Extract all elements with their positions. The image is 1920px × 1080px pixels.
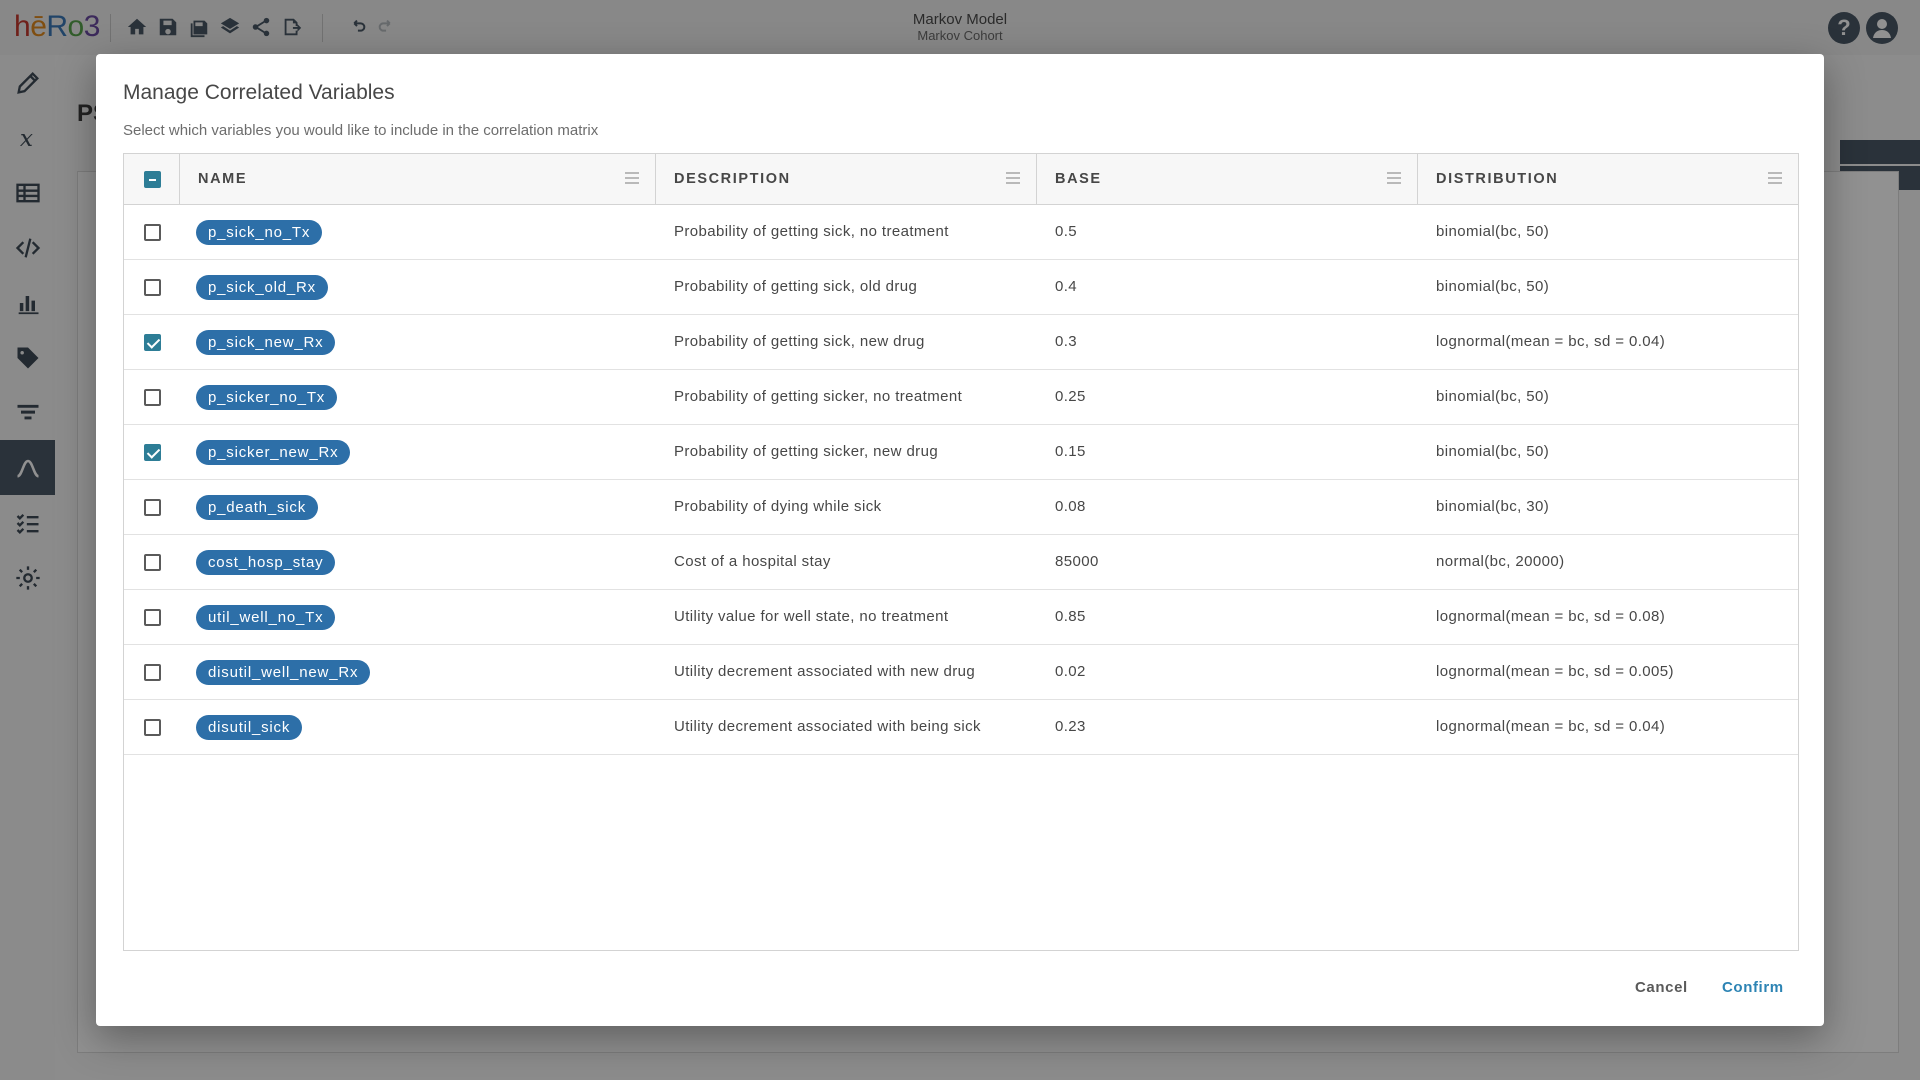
row-checkbox[interactable] xyxy=(144,609,161,626)
column-menu-icon[interactable] xyxy=(1006,172,1020,184)
dialog-subtitle: Select which variables you would like to… xyxy=(123,122,599,139)
cell-base: 0.23 xyxy=(1055,718,1086,735)
table-row[interactable]: util_well_no_Tx Utility value for well st… xyxy=(124,590,1798,645)
cell-description: Probability of dying while sick xyxy=(674,498,882,515)
column-menu-icon[interactable] xyxy=(1768,172,1782,184)
table-header: NAME DESCRIPTION BASE DISTRIBUTION xyxy=(124,154,1798,205)
variable-name-pill: p_sick_old_Rx xyxy=(196,275,328,300)
cell-description: Probability of getting sicker, no treatm… xyxy=(674,388,963,405)
row-checkbox[interactable] xyxy=(144,224,161,241)
cell-base: 0.25 xyxy=(1055,388,1086,405)
header-description[interactable]: DESCRIPTION xyxy=(656,154,1037,204)
cell-distribution: binomial(bc, 50) xyxy=(1436,388,1550,405)
cell-distribution: lognormal(mean = bc, sd = 0.04) xyxy=(1436,333,1666,350)
cell-base: 0.15 xyxy=(1055,443,1086,460)
cell-base: 0.02 xyxy=(1055,663,1086,680)
column-menu-icon[interactable] xyxy=(1387,172,1401,184)
header-base[interactable]: BASE xyxy=(1037,154,1418,204)
cell-description: Cost of a hospital stay xyxy=(674,553,831,570)
cell-distribution: lognormal(mean = bc, sd = 0.04) xyxy=(1436,718,1666,735)
select-all-checkbox[interactable] xyxy=(144,171,161,188)
variable-name-pill: util_well_no_Tx xyxy=(196,605,336,630)
table-row[interactable]: p_sick_old_Rx Probability of getting sick… xyxy=(124,260,1798,315)
row-checkbox[interactable] xyxy=(144,389,161,406)
variable-name-pill: p_sick_no_Tx xyxy=(196,220,323,245)
table-row[interactable]: p_sicker_no_Tx Probability of getting sic… xyxy=(124,370,1798,425)
cell-base: 0.85 xyxy=(1055,608,1086,625)
cell-distribution: binomial(bc, 50) xyxy=(1436,443,1550,460)
cell-description: Probability of getting sick, new drug xyxy=(674,333,925,350)
row-checkbox[interactable] xyxy=(144,664,161,681)
variable-name-pill: p_death_sick xyxy=(196,495,318,520)
header-select-all-cell xyxy=(124,154,180,204)
cell-base: 0.5 xyxy=(1055,223,1078,240)
table-row[interactable]: p_death_sick Probability of dying while s… xyxy=(124,480,1798,535)
row-checkbox[interactable] xyxy=(144,719,161,736)
variable-name-pill: p_sick_new_Rx xyxy=(196,330,336,355)
cell-description: Utility decrement associated with being … xyxy=(674,718,981,735)
variable-name-pill: cost_hosp_stay xyxy=(196,550,336,575)
column-menu-icon[interactable] xyxy=(625,172,639,184)
row-checkbox[interactable] xyxy=(144,279,161,296)
cell-distribution: binomial(bc, 30) xyxy=(1436,498,1550,515)
cell-description: Probability of getting sick, old drug xyxy=(674,278,918,295)
table-row[interactable]: disutil_well_new_Rx Utility decrement ass… xyxy=(124,645,1798,700)
cell-base: 0.3 xyxy=(1055,333,1078,350)
cell-distribution: binomial(bc, 50) xyxy=(1436,223,1550,240)
cell-distribution: lognormal(mean = bc, sd = 0.08) xyxy=(1436,608,1666,625)
cell-description: Probability of getting sicker, new drug xyxy=(674,443,939,460)
table-row[interactable]: p_sick_no_Tx Probability of getting sick,… xyxy=(124,205,1798,260)
variables-table: NAME DESCRIPTION BASE DISTRIBUTION p_sic… xyxy=(123,153,1799,951)
row-checkbox[interactable] xyxy=(144,334,161,351)
cell-description: Utility value for well state, no treatme… xyxy=(674,608,949,625)
cell-base: 0.08 xyxy=(1055,498,1086,515)
row-checkbox[interactable] xyxy=(144,499,161,516)
cancel-button[interactable]: Cancel xyxy=(1635,979,1688,996)
table-row[interactable]: cost_hosp_stay Cost of a hospital stay 850… xyxy=(124,535,1798,590)
table-row[interactable]: p_sicker_new_Rx Probability of getting si… xyxy=(124,425,1798,480)
cell-distribution: lognormal(mean = bc, sd = 0.005) xyxy=(1436,663,1674,680)
confirm-button[interactable]: Confirm xyxy=(1722,979,1784,996)
cell-distribution: normal(bc, 20000) xyxy=(1436,553,1565,570)
manage-correlated-variables-dialog: Manage Correlated Variables Select which… xyxy=(96,54,1824,1026)
cell-description: Utility decrement associated with new dr… xyxy=(674,663,976,680)
table-row[interactable]: p_sick_new_Rx Probability of getting sick… xyxy=(124,315,1798,370)
cell-distribution: binomial(bc, 50) xyxy=(1436,278,1550,295)
table-row[interactable]: disutil_sick Utility decrement associated… xyxy=(124,700,1798,755)
cell-description: Probability of getting sick, no treatmen… xyxy=(674,223,949,240)
dialog-title: Manage Correlated Variables xyxy=(123,81,395,104)
cell-base: 85000 xyxy=(1055,553,1099,570)
header-distribution[interactable]: DISTRIBUTION xyxy=(1418,154,1798,204)
header-name[interactable]: NAME xyxy=(180,154,656,204)
row-checkbox[interactable] xyxy=(144,554,161,571)
variable-name-pill: disutil_well_new_Rx xyxy=(196,660,371,685)
variable-name-pill: p_sicker_no_Tx xyxy=(196,385,338,410)
variable-name-pill: disutil_sick xyxy=(196,715,303,740)
row-checkbox[interactable] xyxy=(144,444,161,461)
cell-base: 0.4 xyxy=(1055,278,1078,295)
variable-name-pill: p_sicker_new_Rx xyxy=(196,440,351,465)
